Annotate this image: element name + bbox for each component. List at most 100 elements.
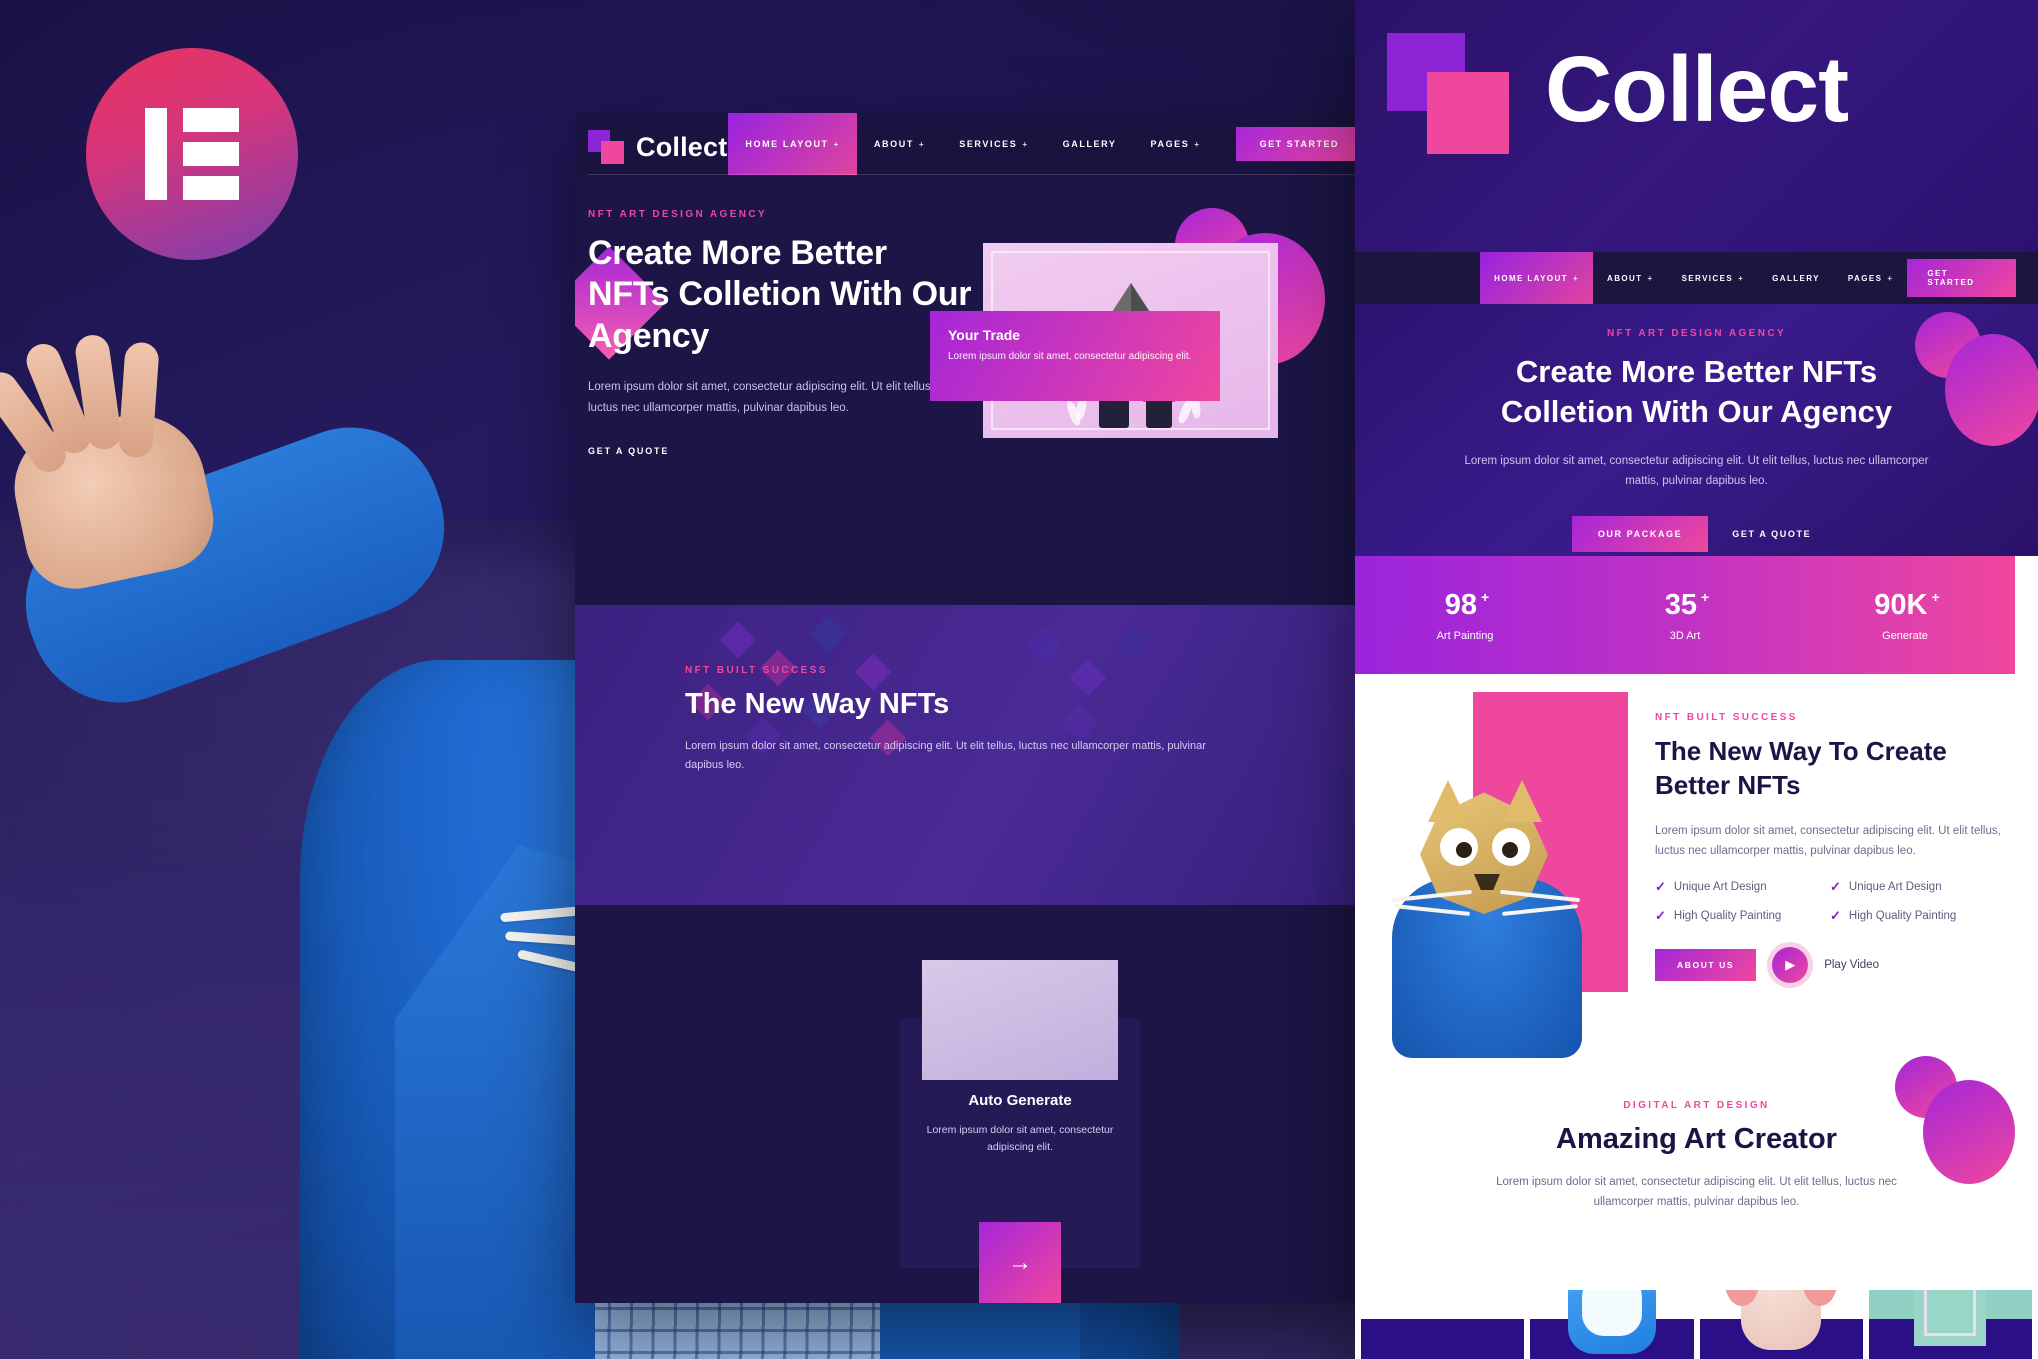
new-way-heading: The New Way To Create Better NFTs xyxy=(1655,735,2005,803)
feature-label: Unique Art Design xyxy=(1848,880,1942,893)
chevron-down-icon: + xyxy=(1572,273,1580,283)
chevron-down-icon: + xyxy=(833,139,840,149)
play-video-label[interactable]: Play Video xyxy=(1824,959,1879,971)
feature-item: ✓ High Quality Painting xyxy=(1830,908,2005,924)
check-icon: ✓ xyxy=(1655,878,1666,894)
feature-label: Unique Art Design xyxy=(1673,880,1767,893)
auto-generate-paragraph: Lorem ipsum dolor sit amet, consectetur … xyxy=(926,1124,1114,1153)
new-way-heading-line-1: The New Way To Create xyxy=(1655,736,1947,766)
right-panel-title: Collect xyxy=(1545,37,1849,141)
nav-item-pages[interactable]: PAGES + xyxy=(1134,113,1218,175)
right-get-started-button[interactable]: GET STARTED xyxy=(1907,259,2016,297)
stat-number: 98 xyxy=(1444,588,1478,621)
chevron-down-icon: + xyxy=(918,139,926,149)
nav-item-gallery[interactable]: GALLERY xyxy=(1046,113,1134,175)
stat-value: 90K + xyxy=(1874,588,1939,622)
nav-label: ABOUT xyxy=(873,139,914,149)
nav-label: SERVICES xyxy=(959,139,1018,149)
amazing-blob-large xyxy=(1923,1080,2015,1184)
about-us-button[interactable]: ABOUT US xyxy=(1655,948,1757,981)
middle-preview-panel: Collect HOME LAYOUT + ABOUT + SERVICES +… xyxy=(575,113,1375,1303)
new-way-text-block: NFT BUILT SUCCESS The New Way To Create … xyxy=(1655,712,2005,983)
stat-label: 3D Art xyxy=(1669,629,1701,642)
nav-label: PAGES xyxy=(1847,273,1883,283)
our-package-button[interactable]: OUR PACKAGE xyxy=(1571,515,1709,552)
hero-eyebrow: NFT ART DESIGN AGENCY xyxy=(588,209,768,220)
hero-paragraph: Lorem ipsum dolor sit amet, consectetur … xyxy=(588,381,934,414)
get-a-quote-button[interactable]: GET A QUOTE xyxy=(588,446,669,456)
nav-item-home-layout[interactable]: HOME LAYOUT + xyxy=(728,113,857,175)
arrow-right-icon[interactable]: → xyxy=(979,1222,1061,1303)
new-way-eyebrow: NFT BUILT SUCCESS xyxy=(1655,712,1798,723)
chevron-down-icon: + xyxy=(1194,139,1201,149)
feature-item: ✓ Unique Art Design xyxy=(1655,879,1830,895)
new-way-eyebrow: NFT BUILT SUCCESS xyxy=(685,665,828,676)
nav-item-services[interactable]: SERVICES + xyxy=(942,113,1045,175)
nav-label: HOME LAYOUT xyxy=(1494,273,1568,283)
feature-label: High Quality Painting xyxy=(1848,909,1957,922)
hero-heading-line-1: Create More Better xyxy=(588,234,887,272)
feature-item: ✓ High Quality Painting xyxy=(1655,908,1830,924)
hero-heading: Create More Better NFTs Colletion With O… xyxy=(588,233,1008,357)
logo-square-pink-icon xyxy=(1427,72,1509,154)
new-way-paragraph: Lorem ipsum dolor sit amet, consectetur … xyxy=(685,740,1206,771)
new-way-cta-group: ABOUT US ▶ Play Video xyxy=(1655,946,2005,983)
check-icon: ✓ xyxy=(1830,907,1841,923)
stat-plus-icon: + xyxy=(1701,588,1710,605)
right-get-a-quote-button[interactable]: GET A QUOTE xyxy=(1722,516,1821,552)
logo-squares-icon xyxy=(588,130,626,164)
right-hero-cta-group: OUR PACKAGE GET A QUOTE xyxy=(1355,515,2038,552)
right-nav-item-home-layout[interactable]: HOME LAYOUT + xyxy=(1480,252,1594,304)
nav-label: ABOUT xyxy=(1607,273,1643,283)
gallery-item-blue-character[interactable] xyxy=(1530,1290,1694,1359)
screenshot-stage: Collect HOME LAYOUT + ABOUT + SERVICES +… xyxy=(0,0,2038,1359)
get-started-button[interactable]: GET STARTED xyxy=(1235,127,1363,161)
nav-item-about[interactable]: ABOUT + xyxy=(857,113,942,175)
right-hero-heading-line-2: Colletion With Our Agency xyxy=(1500,393,1893,429)
stat-label: Art Painting xyxy=(1436,629,1494,642)
amazing-paragraph: Lorem ipsum dolor sit amet, consectetur … xyxy=(1496,1176,1897,1209)
right-preview-panel: Collect HOME LAYOUT + ABOUT + SERVICES +… xyxy=(1355,0,2038,1359)
logo-text: Collect xyxy=(636,131,728,162)
art-gallery-strip xyxy=(1355,1290,2038,1359)
new-way-content: NFT BUILT SUCCESS The New Way NFTs Lorem… xyxy=(685,665,1225,774)
mini-mascot-photo xyxy=(1370,760,1600,1060)
stat-art-painting: 98 + Art Painting xyxy=(1355,589,1575,642)
nav-label: GALLERY xyxy=(1772,273,1820,283)
chevron-down-icon: + xyxy=(1738,273,1745,283)
right-nav-item-pages[interactable]: PAGES + xyxy=(1834,252,1908,304)
new-way-heading-line-2: Better NFTs xyxy=(1655,769,1801,800)
feature-list: ✓ Unique Art Design ✓ Unique Art Design … xyxy=(1655,879,2005,937)
middle-navigation: HOME LAYOUT + ABOUT + SERVICES + GALLERY… xyxy=(728,113,1363,175)
right-panel-header: Collect xyxy=(1355,0,2038,252)
stat-label: Generate xyxy=(1882,629,1928,642)
middle-logo[interactable]: Collect xyxy=(588,130,727,164)
feature-label: High Quality Painting xyxy=(1673,909,1782,922)
right-nav-item-services[interactable]: SERVICES + xyxy=(1668,252,1759,304)
stat-value: 98 + xyxy=(1444,588,1489,622)
right-nav-item-about[interactable]: ABOUT + xyxy=(1593,252,1668,304)
stat-number: 90K xyxy=(1874,588,1928,621)
middle-hero: NFT ART DESIGN AGENCY Create More Better… xyxy=(588,209,1008,459)
gallery-item-dark[interactable] xyxy=(1361,1290,1525,1359)
new-way-paragraph: Lorem ipsum dolor sit amet, consectetur … xyxy=(1655,824,2001,857)
auto-generate-card: Auto Generate Lorem ipsum dolor sit amet… xyxy=(900,960,1140,1303)
gallery-item-elephant[interactable] xyxy=(1699,1290,1863,1359)
play-icon[interactable]: ▶ xyxy=(1772,946,1809,983)
gallery-item-sculpture[interactable] xyxy=(1868,1290,2032,1359)
check-icon: ✓ xyxy=(1830,878,1841,894)
nav-label: SERVICES xyxy=(1681,273,1734,283)
stat-plus-icon: + xyxy=(1931,588,1940,605)
stat-3d-art: 35 + 3D Art xyxy=(1575,589,1795,642)
feature-item: ✓ Unique Art Design xyxy=(1830,879,2005,895)
hero-heading-line-2: NFTs Colletion With Our xyxy=(588,275,972,314)
auto-generate-title: Auto Generate xyxy=(968,1092,1072,1109)
right-hero-section: NFT ART DESIGN AGENCY Create More Better… xyxy=(1355,304,2038,556)
new-way-heading: The New Way NFTs xyxy=(685,688,950,720)
chevron-down-icon: + xyxy=(1887,273,1894,283)
stat-number: 35 xyxy=(1664,588,1698,621)
auto-generate-thumbnail xyxy=(922,960,1118,1080)
stat-value: 35 + xyxy=(1664,588,1709,622)
right-nav-item-gallery[interactable]: GALLERY xyxy=(1758,252,1834,304)
stat-plus-icon: + xyxy=(1481,588,1490,605)
